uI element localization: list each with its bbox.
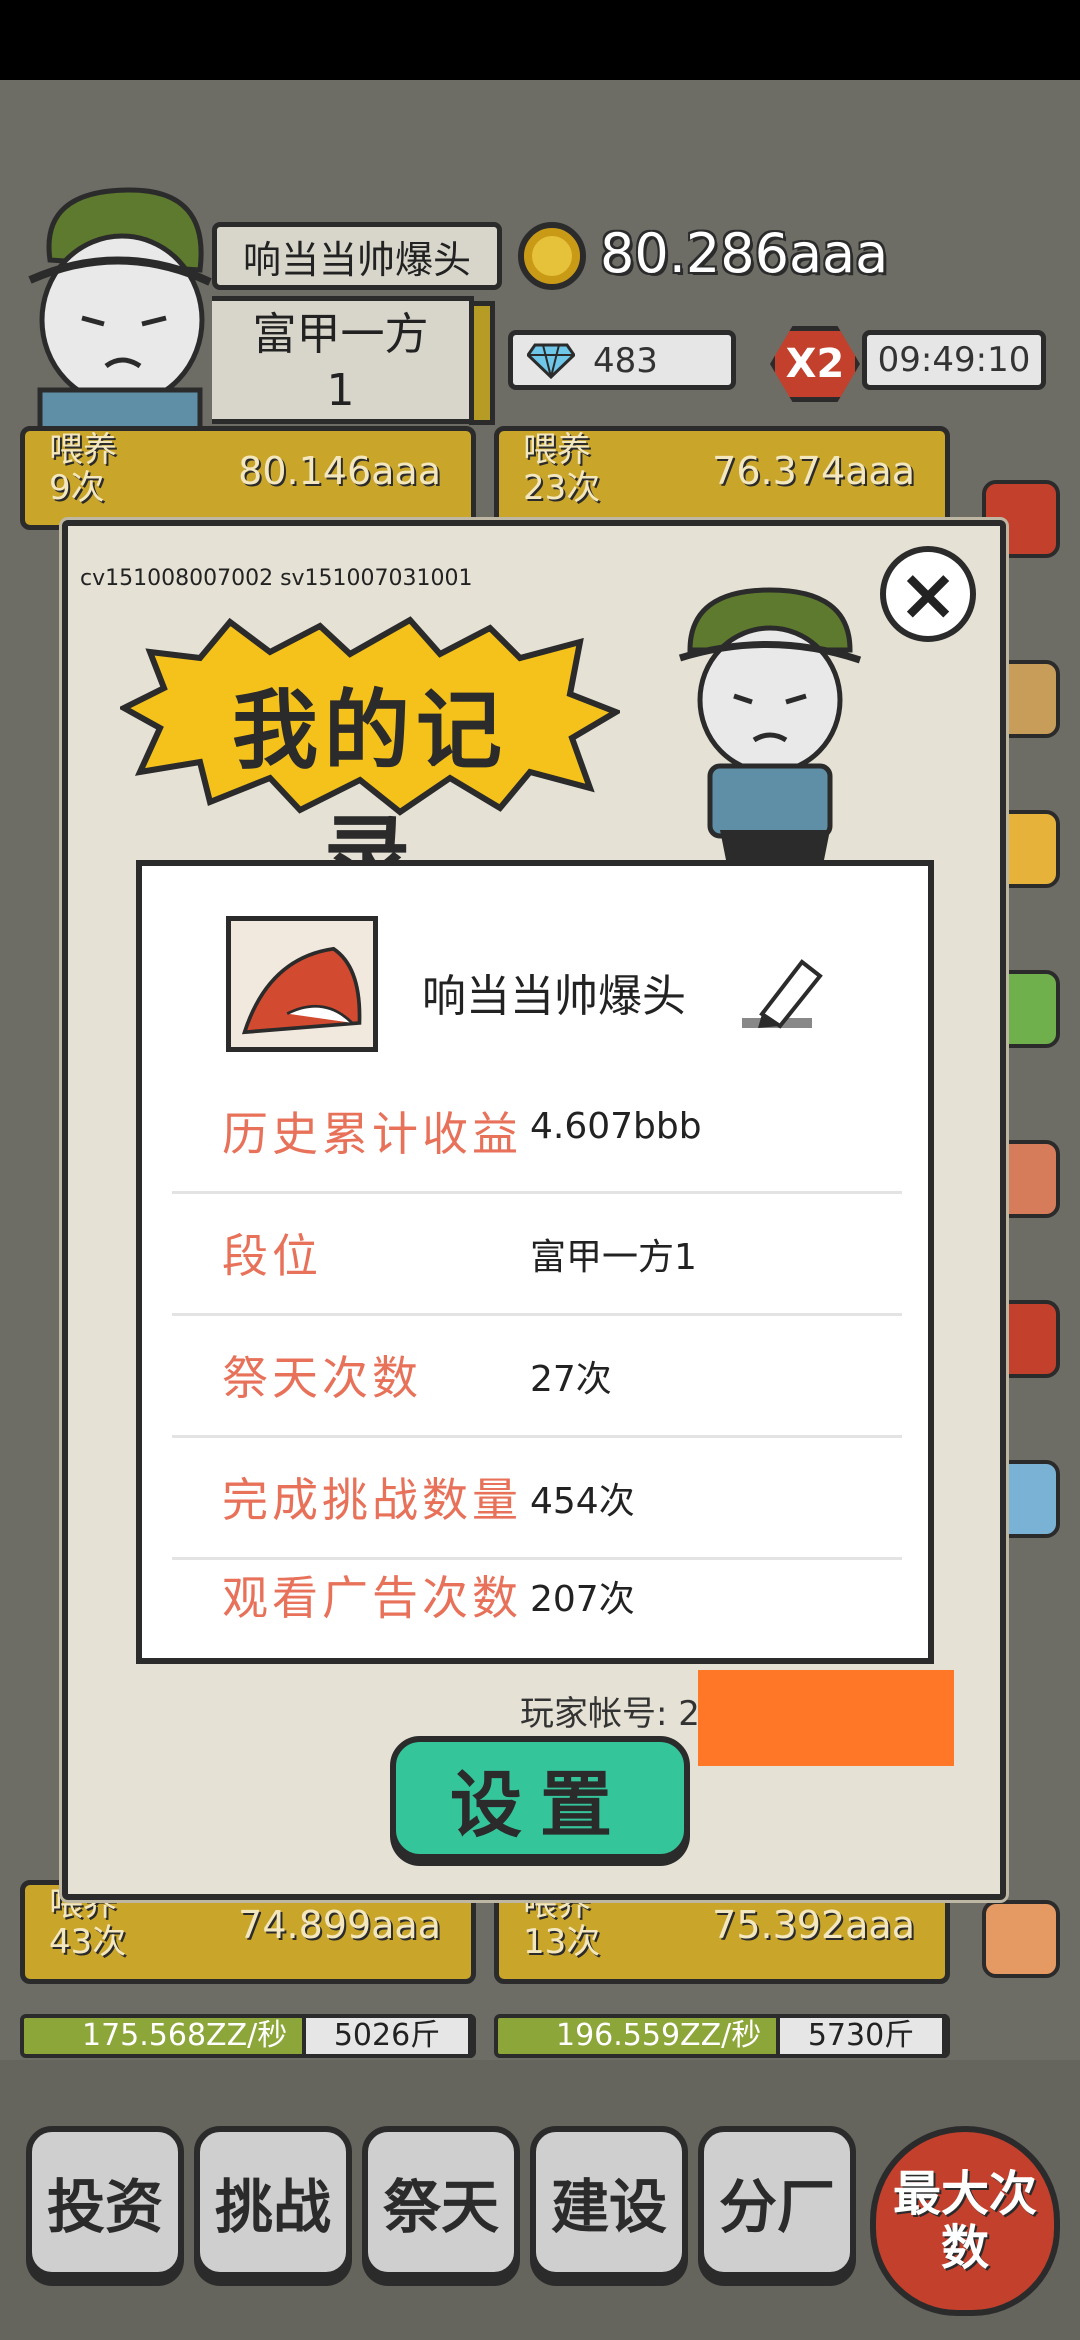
production-weight: 5026斤 [302, 2014, 472, 2058]
feed-amount: 75.392aaa [712, 1903, 915, 1947]
rank-name: 富甲一方 [252, 309, 429, 360]
gem-count: 483 [593, 341, 658, 381]
nav-invest-button[interactable]: 投资 [26, 2126, 184, 2278]
feed-card[interactable]: 喂养 9次 80.146aaa [20, 426, 476, 530]
feed-card[interactable]: 喂养 23次 76.374aaa [494, 426, 950, 530]
stat-value: 富甲一方1 [530, 1237, 697, 1278]
mail-icon[interactable] [982, 1900, 1060, 1978]
feed-label: 喂养 9次 [49, 430, 117, 508]
rank-plate-side [469, 301, 495, 425]
player-avatar[interactable] [10, 170, 220, 430]
edit-pencil-icon[interactable] [742, 952, 832, 1032]
version-text: cv151008007002 sv151007031001 [80, 566, 473, 591]
production-rate-strip: 175.568ZZ/秒 5026斤 [20, 2014, 476, 2058]
nav-build-button[interactable]: 建设 [530, 2126, 688, 2278]
settings-button[interactable]: 设置 [390, 1736, 690, 1860]
coin-balance: 80.286aaa [600, 222, 889, 285]
rank-level: 1 [326, 365, 355, 416]
diamond-icon [527, 343, 575, 379]
production-rate: 196.559ZZ/秒 [556, 2018, 762, 2053]
nav-challenge-button[interactable]: 挑战 [194, 2126, 352, 2278]
feed-amount: 80.146aaa [238, 449, 441, 493]
stat-row-total-earnings: 历史累计收益 4.607bbb [172, 1072, 902, 1194]
boost-timer: 09:49:10 [862, 330, 1046, 390]
stat-label: 段位 [222, 1229, 322, 1283]
stat-label: 祭天次数 [222, 1351, 422, 1405]
stat-row-rank: 段位 富甲一方1 [172, 1194, 902, 1316]
rank-plate: 富甲一方 1 [212, 296, 495, 425]
stat-value: 454次 [530, 1481, 635, 1522]
player-account-id: 玩家帐号: 2 [520, 1694, 700, 1734]
close-button[interactable]: × [880, 546, 976, 642]
status-bar [0, 0, 1080, 80]
player-name-plate[interactable]: 响当当帅爆头 [212, 222, 502, 290]
stat-label: 历史累计收益 [222, 1107, 522, 1161]
nav-branch-button[interactable]: 分厂 [698, 2126, 856, 2278]
feed-amount: 76.374aaa [712, 449, 915, 493]
max-count-button[interactable]: 最大次数 [870, 2126, 1060, 2316]
stat-row-ads-watched: 观看广告次数 207次 [172, 1536, 902, 1658]
nav-sacrifice-button[interactable]: 祭天 [362, 2126, 520, 2278]
gem-counter[interactable]: 483 [508, 330, 736, 390]
profile-name: 响当当帅爆头 [422, 971, 686, 1022]
stat-value: 27次 [530, 1359, 612, 1400]
profile-avatar[interactable] [226, 916, 378, 1052]
production-rate-strip: 196.559ZZ/秒 5730斤 [494, 2014, 950, 2058]
feed-label: 喂养 23次 [523, 430, 601, 508]
stat-value: 207次 [530, 1579, 635, 1620]
production-weight: 5730斤 [776, 2014, 946, 2058]
stat-label: 观看广告次数 [222, 1571, 522, 1625]
stat-label: 完成挑战数量 [222, 1473, 522, 1527]
redaction-block [698, 1670, 954, 1766]
coin-icon [518, 222, 586, 290]
stat-value: 4.607bbb [530, 1106, 702, 1147]
feed-amount: 74.899aaa [238, 1903, 441, 1947]
stat-row-sacrifice-count: 祭天次数 27次 [172, 1316, 902, 1438]
production-rate: 175.568ZZ/秒 [82, 2018, 288, 2053]
record-panel: 响当当帅爆头 历史累计收益 4.607bbb 段位 富甲一方1 祭天次数 27次… [136, 860, 934, 1664]
